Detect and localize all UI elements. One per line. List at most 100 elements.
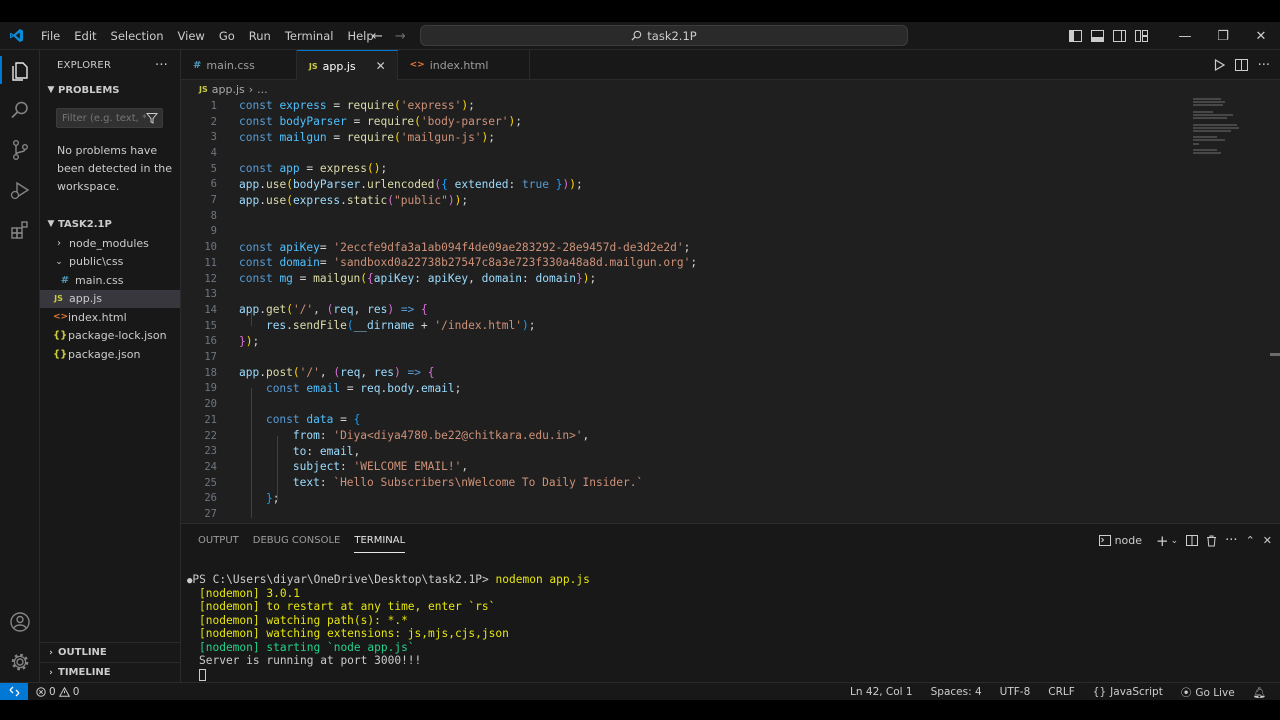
command-center[interactable]: task2.1P: [420, 25, 908, 46]
menu-edit[interactable]: Edit: [67, 22, 103, 50]
breadcrumb: JS app.js › ...: [181, 80, 1280, 98]
timeline-title: TIMELINE: [58, 667, 111, 678]
tree-item-label: package.json: [68, 347, 141, 361]
code-line: 15 res.sendFile(__dirname + '/index.html…: [204, 319, 536, 333]
trash-icon[interactable]: [1206, 535, 1217, 547]
indentation[interactable]: Spaces: 4: [931, 686, 982, 698]
status-problems[interactable]: 0 0: [36, 686, 79, 698]
more-actions-icon[interactable]: ···: [1258, 58, 1270, 73]
minimap[interactable]: [1193, 98, 1253, 158]
problems-filter-input[interactable]: [62, 112, 146, 124]
menu-run[interactable]: Run: [242, 22, 278, 50]
tree-item-package-json[interactable]: {} package.json: [40, 345, 180, 364]
new-terminal-icon[interactable]: +: [1156, 532, 1169, 550]
menu-file[interactable]: File: [34, 22, 67, 50]
more-actions-icon[interactable]: ···: [1225, 533, 1237, 548]
error-icon: [36, 686, 46, 697]
remote-indicator-icon[interactable]: [0, 682, 28, 701]
toggle-panel-icon[interactable]: [1086, 22, 1108, 50]
terminal-output[interactable]: ●PS C:\Users\diyar\OneDrive\Desktop\task…: [187, 573, 590, 681]
accounts-activity-icon[interactable]: [0, 602, 40, 642]
split-editor-icon[interactable]: [1234, 59, 1248, 71]
terminal-cursor: [199, 668, 206, 681]
close-panel-icon[interactable]: ✕: [1263, 534, 1272, 547]
minimize-icon[interactable]: —: [1166, 22, 1204, 50]
command-center-label: task2.1P: [647, 28, 697, 43]
maximize-panel-icon[interactable]: ⌃: [1246, 534, 1255, 547]
terminal-name[interactable]: node: [1115, 534, 1142, 547]
cursor-position[interactable]: Ln 42, Col 1: [850, 686, 913, 698]
tab-debug-console[interactable]: DEBUG CONSOLE: [246, 524, 348, 557]
settings-gear-icon[interactable]: [0, 642, 40, 682]
code-line: 2 const bodyParser = require('body-parser…: [210, 115, 522, 129]
timeline-section-header[interactable]: › TIMELINE: [40, 662, 181, 682]
status-right: Ln 42, Col 1 Spaces: 4 UTF-8 CRLF {} Java…: [850, 683, 1266, 701]
restore-icon[interactable]: ❐: [1204, 22, 1242, 50]
customize-layout-icon[interactable]: [1130, 22, 1152, 50]
tab-app-js[interactable]: JS app.js ✕: [296, 50, 398, 81]
code-line: 20: [204, 398, 217, 411]
code-line: 11 const domain= 'sandboxd0a22738b27547c8…: [204, 256, 698, 270]
tree-item-app-js[interactable]: JS app.js: [40, 289, 180, 308]
tree-item-index-html[interactable]: <> index.html: [40, 308, 180, 327]
explorer-header: EXPLORER ···: [40, 50, 180, 80]
tab-label: index.html: [429, 58, 489, 72]
scrollbar-thumb[interactable]: [1270, 353, 1280, 356]
code-line: 10 const apiKey= '2eccfe9dfa3a1ab094f4de0…: [204, 240, 691, 254]
code-line: 16});: [204, 334, 260, 348]
tab-index-html[interactable]: <> index.html: [398, 50, 531, 80]
run-play-icon[interactable]: [1214, 59, 1225, 71]
go-live-button[interactable]: ⦿ Go Live: [1181, 685, 1235, 700]
extensions-activity-icon[interactable]: [0, 210, 40, 250]
letterbox-top: [0, 0, 1280, 22]
menu-selection[interactable]: Selection: [104, 22, 171, 50]
close-window-icon[interactable]: ✕: [1242, 22, 1280, 50]
tree-item-node-modules[interactable]: › node_modules: [40, 234, 180, 253]
css-file-icon: #: [60, 274, 70, 286]
code-editor[interactable]: 1 const express = require('express'); 2 co…: [181, 98, 1280, 523]
tab-terminal[interactable]: TERMINAL: [347, 524, 412, 557]
menu-view[interactable]: View: [171, 22, 212, 50]
toggle-primary-sidebar-icon[interactable]: [1064, 22, 1086, 50]
encoding[interactable]: UTF-8: [1000, 686, 1031, 698]
breadcrumb-file[interactable]: app.js: [212, 83, 245, 96]
tab-output[interactable]: OUTPUT: [191, 524, 246, 557]
code-line: 1 const express = require('express');: [210, 99, 475, 113]
code-line: 12 const mg = mailgun({apiKey: apiKey, do…: [204, 272, 597, 286]
toggle-secondary-sidebar-icon[interactable]: [1108, 22, 1130, 50]
run-debug-activity-icon[interactable]: [0, 170, 40, 210]
go-live-label: Go Live: [1195, 686, 1235, 699]
error-count: 0: [49, 685, 56, 698]
forward-arrow-icon[interactable]: →: [395, 29, 406, 44]
split-terminal-icon[interactable]: [1186, 535, 1199, 546]
line-endings[interactable]: CRLF: [1048, 686, 1075, 698]
folder-section-header[interactable]: ▼ TASK2.1P: [40, 214, 180, 234]
explorer-activity-icon[interactable]: [0, 50, 40, 90]
terminal-line: [nodemon] 3.0.1: [199, 586, 301, 600]
tree-item-main-css[interactable]: # main.css: [40, 271, 180, 290]
terminal-prompt-line: ●PS C:\Users\diyar\OneDrive\Desktop\task…: [187, 573, 590, 586]
tree-item-public-css[interactable]: ⌄ public\css: [40, 253, 180, 272]
chevron-down-icon: ▼: [47, 85, 55, 95]
terminal-line: [nodemon] watching path(s): *.*: [199, 613, 408, 627]
terminal-line: Server is running at port 3000!!!: [199, 654, 422, 667]
language-mode[interactable]: {} JavaScript: [1093, 686, 1163, 698]
more-actions-icon[interactable]: ···: [155, 58, 168, 73]
tree-item-package-lock-json[interactable]: {} package-lock.json: [40, 327, 180, 346]
tab-main-css[interactable]: # main.css: [181, 50, 297, 80]
filter-icon[interactable]: [146, 112, 158, 124]
menu-terminal[interactable]: Terminal: [278, 22, 341, 50]
outline-section-header[interactable]: › OUTLINE: [40, 642, 181, 662]
chevron-down-icon[interactable]: ⌄: [1171, 536, 1179, 546]
close-tab-icon[interactable]: ✕: [375, 59, 387, 73]
back-arrow-icon[interactable]: ←: [372, 29, 383, 44]
search-activity-icon[interactable]: [0, 90, 40, 130]
breadcrumb-symbol[interactable]: ...: [257, 83, 268, 96]
terminal-line: [nodemon] to restart at any time, enter …: [199, 600, 496, 613]
tree-item-label: main.css: [75, 273, 124, 287]
notifications-icon[interactable]: 🔔︎: [1253, 686, 1266, 699]
menu-go[interactable]: Go: [212, 22, 242, 50]
chevron-right-icon: ›: [57, 237, 61, 249]
problems-section-header[interactable]: ▼ PROBLEMS: [40, 80, 180, 100]
source-control-activity-icon[interactable]: [0, 130, 40, 170]
